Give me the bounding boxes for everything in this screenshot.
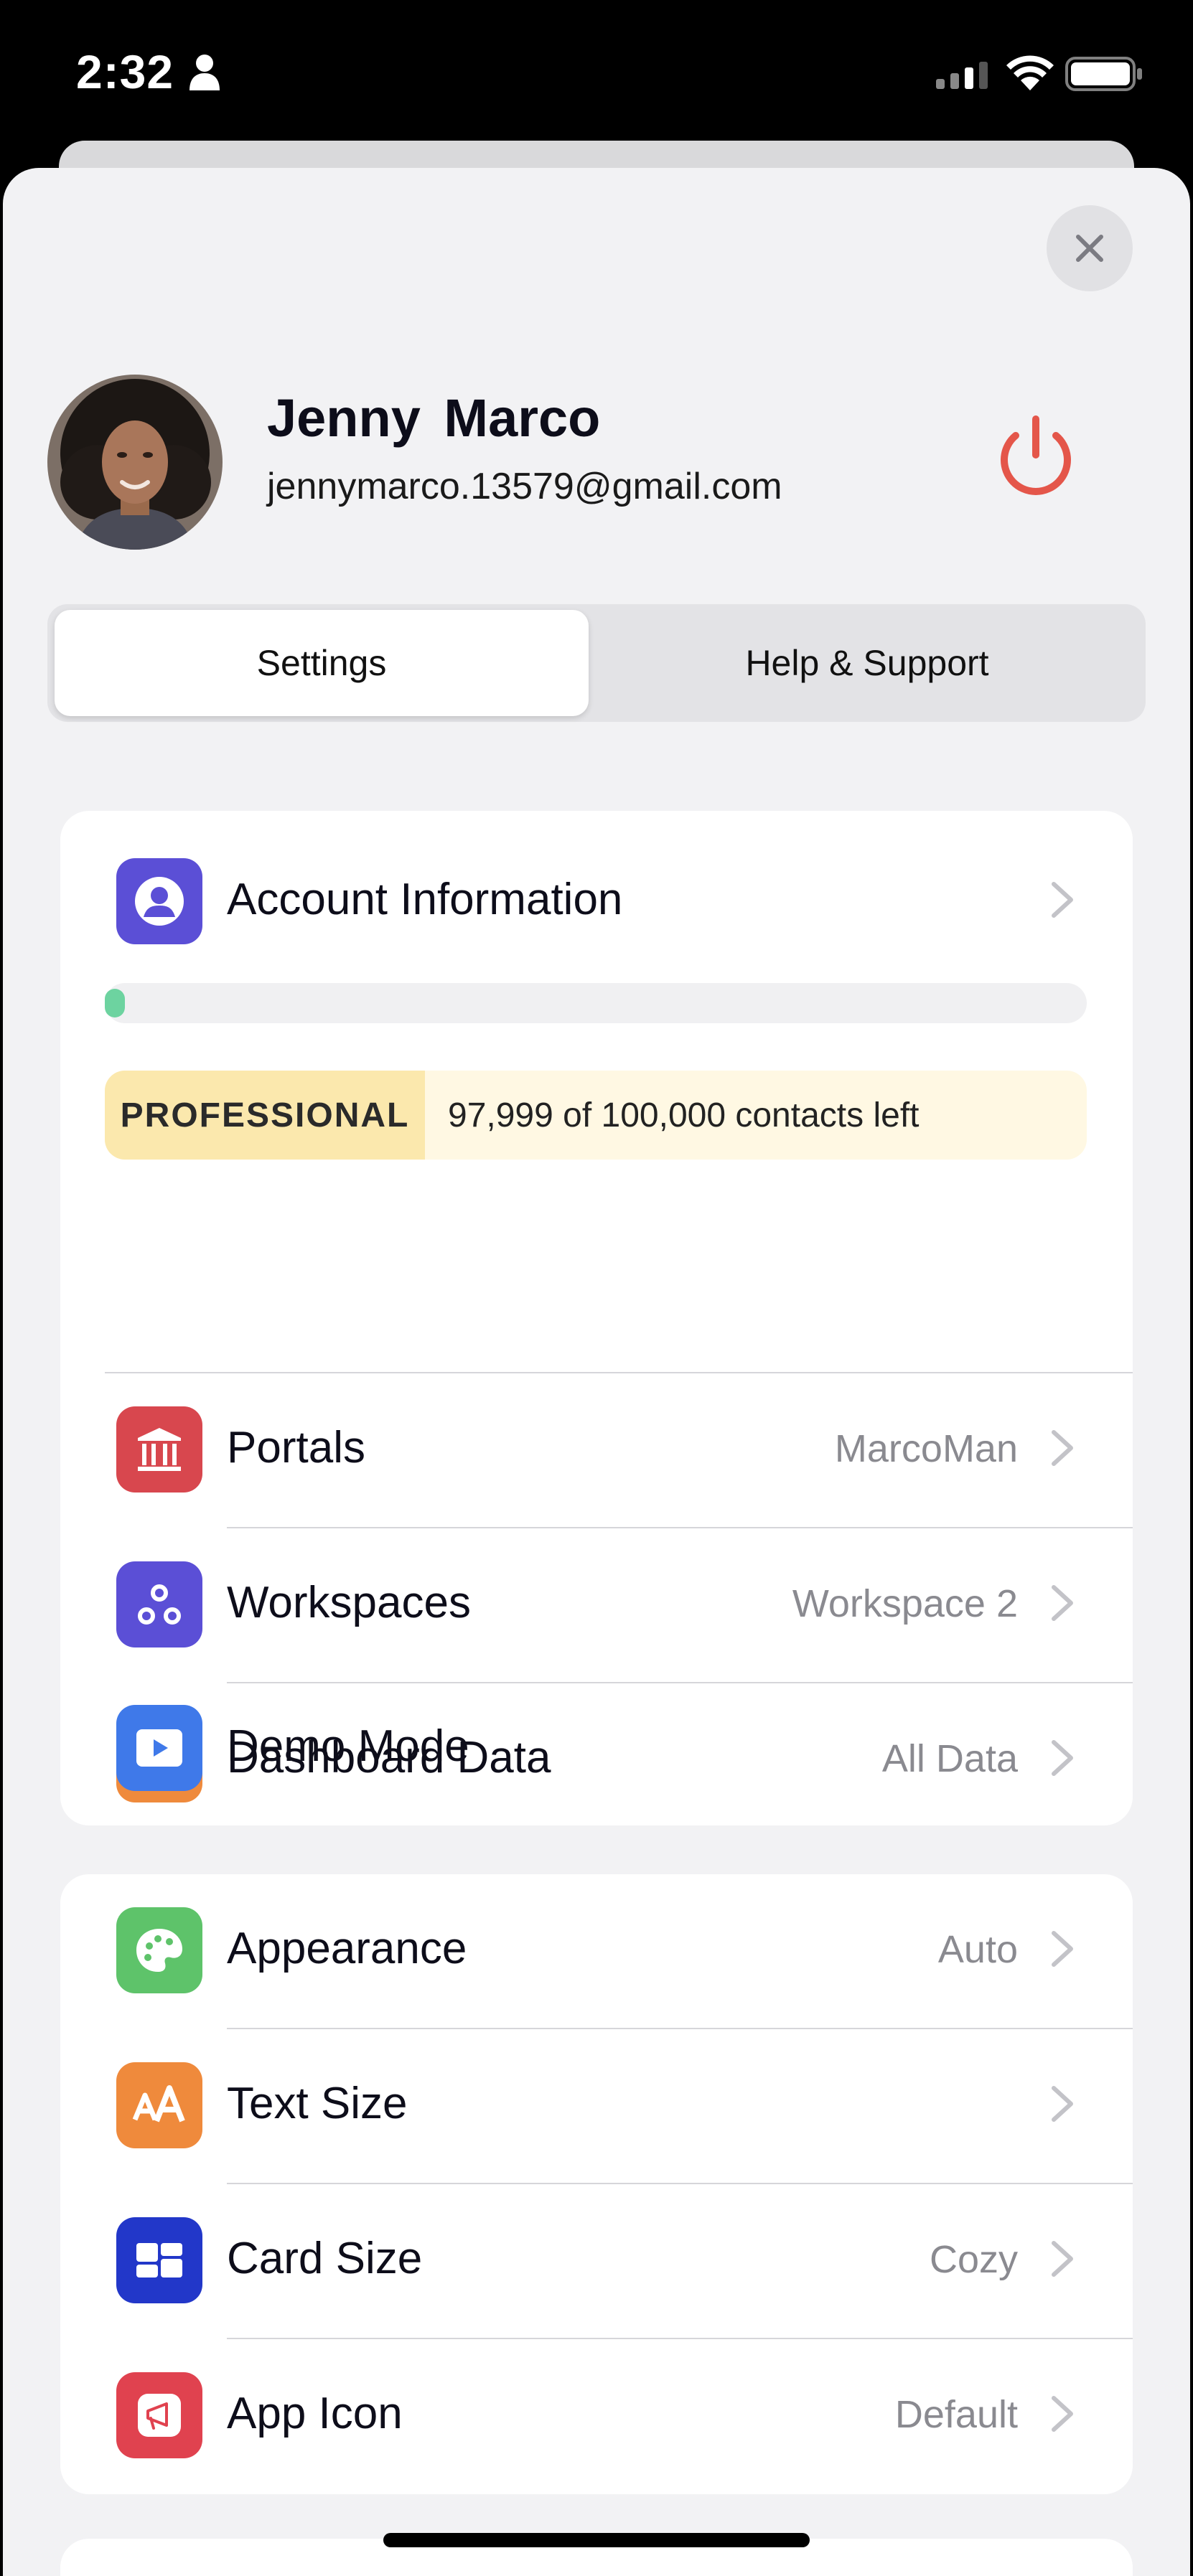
- plan-banner: PROFESSIONAL 97,999 of 100,000 contacts …: [105, 1071, 1087, 1160]
- play-icon: [136, 1729, 182, 1767]
- plan-badge: PROFESSIONAL: [105, 1071, 425, 1160]
- account-icon-tile: [116, 858, 202, 944]
- profile-name: Jenny Marco: [267, 388, 601, 448]
- workspaces-icon-tile: [116, 1561, 202, 1647]
- portals-icon-tile: [116, 1406, 202, 1493]
- account-information-label: Account Information: [227, 875, 623, 924]
- avatar: [47, 375, 223, 550]
- chevron-right-icon: [1052, 1430, 1073, 1466]
- account-card: Account Information PROFESSIONAL 97,999 …: [60, 811, 1133, 1825]
- home-indicator: [383, 2533, 810, 2547]
- power-icon: [1001, 415, 1071, 495]
- close-icon: [1076, 235, 1103, 262]
- contacts-left-text: 97,999 of 100,000 contacts left: [448, 1096, 920, 1134]
- app-icon-icon: [138, 2394, 181, 2437]
- tab-switcher: Settings Help & Support: [47, 604, 1146, 722]
- card-size-label: Card Size: [227, 2234, 423, 2283]
- tab-help-support[interactable]: Help & Support: [593, 610, 1141, 716]
- cellular-signal-icon: [936, 62, 988, 89]
- settings-sheet: Jenny Marco jennymarco.13579@gmail.com S…: [3, 168, 1190, 2576]
- close-button[interactable]: [1047, 205, 1133, 291]
- workspaces-value: Workspace 2: [792, 1582, 1018, 1625]
- battery-icon: [1065, 57, 1142, 91]
- text-size-label: Text Size: [227, 2079, 408, 2128]
- text-size-icon-tile: [116, 2062, 202, 2148]
- portals-value: MarcoMan: [834, 1427, 1018, 1470]
- workspaces-row[interactable]: Workspaces Workspace 2: [60, 1528, 1133, 1682]
- demo-mode-row[interactable]: Demo Mode: [60, 1683, 1133, 1827]
- card-size-icon-tile: [116, 2217, 202, 2303]
- app-icon-row[interactable]: App Icon Default: [60, 2339, 1133, 2493]
- app-icon-label: App Icon: [227, 2389, 403, 2438]
- portals-row[interactable]: Portals MarcoMan: [60, 1373, 1133, 1527]
- text-size-icon: [132, 2085, 185, 2123]
- text-size-row[interactable]: Text Size: [60, 2029, 1133, 2183]
- cards-icon: [136, 2243, 182, 2277]
- workspaces-label: Workspaces: [227, 1578, 471, 1627]
- chevron-right-icon: [1052, 2396, 1073, 2432]
- appearance-value: Auto: [937, 1928, 1018, 1971]
- appearance-row[interactable]: Appearance Auto: [60, 1874, 1133, 2028]
- account-icon: [135, 877, 184, 926]
- bank-icon: [138, 1428, 181, 1471]
- app-icon-value: Default: [894, 2393, 1018, 2436]
- card-size-row[interactable]: Card Size Cozy: [60, 2184, 1133, 2338]
- demo-mode-label: Demo Mode: [227, 1721, 469, 1771]
- status-time: 2:32: [76, 45, 174, 98]
- status-bar: 2:32: [0, 0, 1193, 144]
- account-information-row[interactable]: Account Information: [60, 811, 1133, 964]
- appearance-label: Appearance: [227, 1924, 467, 1973]
- contacts-progress-fill: [105, 989, 125, 1017]
- chevron-right-icon: [1052, 1585, 1073, 1621]
- demo-mode-icon-tile: [116, 1705, 202, 1791]
- wifi-icon: [1006, 55, 1054, 90]
- contacts-progress-bar: [105, 983, 1087, 1023]
- chevron-right-icon: [1052, 882, 1073, 918]
- person-icon: [190, 55, 220, 90]
- portals-label: Portals: [227, 1423, 365, 1472]
- palette-icon: [136, 1929, 182, 1972]
- workspaces-icon: [138, 1584, 181, 1625]
- chevron-right-icon: [1052, 2086, 1073, 2122]
- profile-email: jennymarco.13579@gmail.com: [267, 466, 782, 507]
- tab-settings[interactable]: Settings: [55, 610, 589, 716]
- chevron-right-icon: [1052, 1931, 1073, 1967]
- appearance-icon-tile: [116, 1907, 202, 1993]
- display-card: Appearance Auto Text Size Card Size Cozy…: [60, 1874, 1133, 2494]
- app-icon-icon-tile: [116, 2372, 202, 2458]
- logout-button[interactable]: [989, 410, 1082, 504]
- card-size-value: Cozy: [929, 2238, 1018, 2281]
- chevron-right-icon: [1052, 2241, 1073, 2277]
